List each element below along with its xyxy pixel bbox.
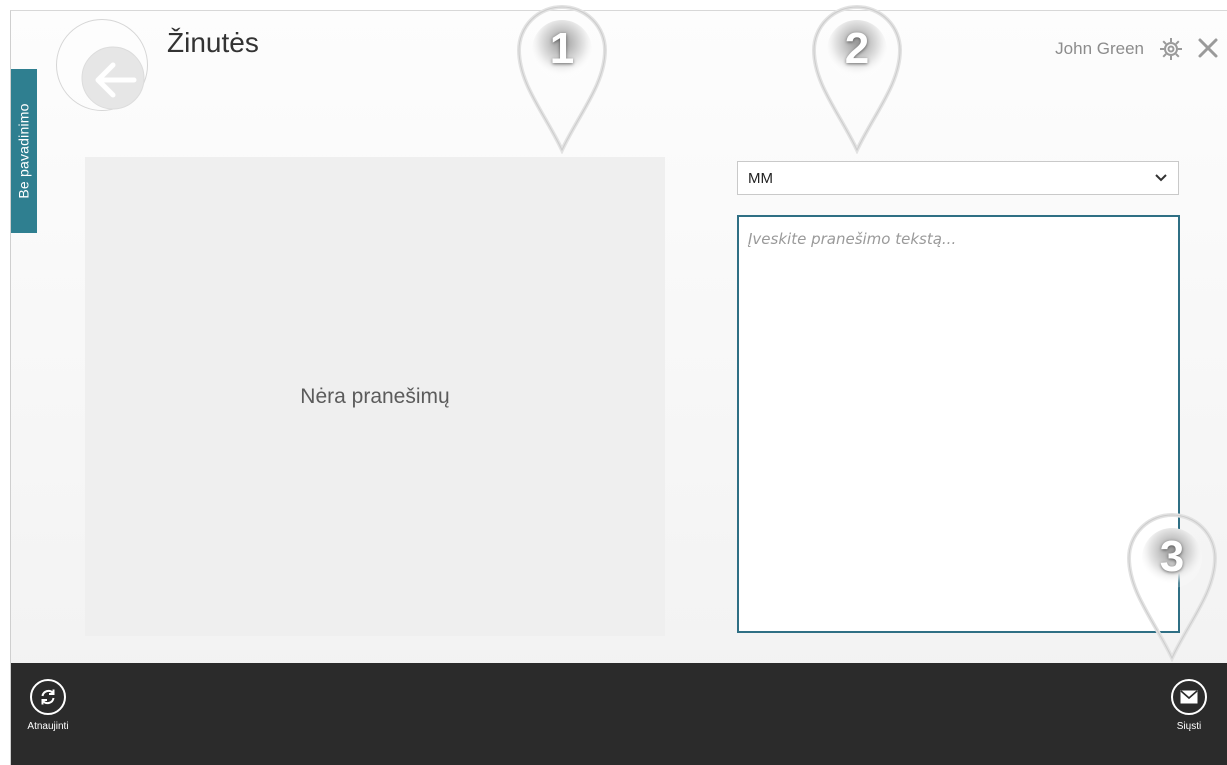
- refresh-label: Atnaujinti: [27, 721, 69, 732]
- refresh-button[interactable]: Atnaujinti: [15, 679, 81, 732]
- back-arrow-icon: [81, 46, 145, 110]
- callout-number: 2: [844, 24, 870, 73]
- message-input[interactable]: [737, 215, 1180, 633]
- back-button[interactable]: [56, 19, 148, 111]
- callout-number: 1: [549, 24, 575, 73]
- page-title: Žinutės: [167, 27, 259, 58]
- empty-messages-text: Nėra pranešimų: [300, 384, 450, 408]
- chevron-down-icon: [1155, 174, 1167, 182]
- messages-panel: Nėra pranešimų: [85, 157, 665, 636]
- send-button[interactable]: Siųsti: [1156, 679, 1222, 732]
- recipient-select[interactable]: MM: [737, 161, 1179, 195]
- side-tab[interactable]: Be pavadinimo: [11, 69, 37, 233]
- app-bar: Atnaujinti Siųsti: [11, 663, 1227, 765]
- recipient-value: MM: [748, 169, 773, 187]
- callout-number: 3: [1159, 532, 1185, 581]
- app-window: Be pavadinimo Žinutės John Green Nėra pr…: [10, 10, 1227, 765]
- send-label: Siųsti: [1176, 721, 1202, 732]
- refresh-icon: [41, 689, 55, 705]
- gear-icon[interactable]: [1158, 36, 1184, 62]
- side-tab-label: Be pavadinimo: [16, 103, 32, 199]
- callout-pin-3: 3: [1125, 512, 1219, 662]
- close-icon[interactable]: [1196, 36, 1220, 60]
- mail-icon: [1180, 690, 1198, 704]
- callout-pin-1: 1: [515, 4, 609, 154]
- user-name[interactable]: John Green: [1055, 39, 1144, 59]
- callout-pin-2: 2: [810, 4, 904, 154]
